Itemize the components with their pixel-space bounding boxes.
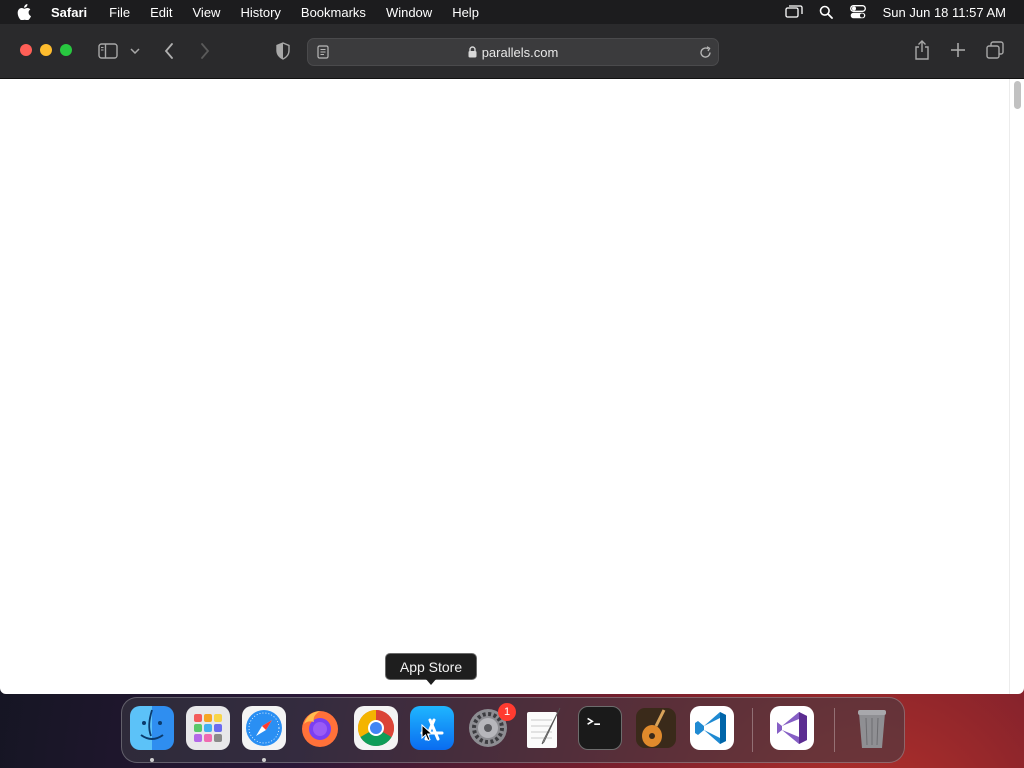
- dock-tooltip: App Store: [385, 653, 477, 680]
- apple-menu-icon[interactable]: [17, 0, 37, 24]
- dock-chrome-icon[interactable]: [354, 706, 398, 750]
- tab-overview-icon[interactable]: [984, 39, 1006, 61]
- menu-clock[interactable]: Sun Jun 18 11:57 AM: [883, 5, 1006, 20]
- dock-launchpad-icon[interactable]: [186, 706, 230, 750]
- dock-visual-studio-icon[interactable]: [770, 706, 814, 750]
- menu-window[interactable]: Window: [386, 5, 432, 20]
- dock-safari-icon[interactable]: [242, 706, 286, 750]
- scrollbar-thumb[interactable]: [1014, 81, 1021, 109]
- share-icon[interactable]: [911, 38, 933, 62]
- dock: 1: [121, 697, 905, 763]
- url-display[interactable]: parallels.com: [308, 39, 718, 65]
- dock-finder-icon[interactable]: [130, 706, 174, 750]
- control-center-icon[interactable]: [847, 0, 869, 24]
- notification-badge: 1: [498, 703, 516, 721]
- dock-vscode-icon[interactable]: [690, 706, 734, 750]
- tooltip-arrow: [425, 678, 437, 685]
- sidebar-toggle-icon[interactable]: [96, 40, 120, 62]
- menu-file[interactable]: File: [109, 5, 130, 20]
- menu-edit[interactable]: Edit: [150, 5, 172, 20]
- lock-icon: [468, 46, 477, 58]
- reload-icon[interactable]: [696, 43, 714, 61]
- window-close-button[interactable]: [20, 44, 32, 56]
- window-zoom-button[interactable]: [60, 44, 72, 56]
- menu-view[interactable]: View: [193, 5, 221, 20]
- running-indicator-finder: [150, 758, 154, 762]
- dock-trash-icon[interactable]: [850, 706, 894, 750]
- dock-garageband-icon[interactable]: [634, 706, 678, 750]
- forward-icon[interactable]: [196, 40, 214, 62]
- dock-separator: [752, 708, 753, 752]
- spotlight-search-icon[interactable]: [815, 0, 837, 24]
- back-icon[interactable]: [160, 40, 178, 62]
- mouse-cursor-icon: [421, 723, 434, 747]
- privacy-report-shield-icon[interactable]: [273, 40, 293, 62]
- dock-textedit-icon[interactable]: [522, 706, 566, 750]
- display-mirror-icon[interactable]: [783, 0, 805, 24]
- menu-safari[interactable]: Safari: [51, 5, 87, 20]
- menu-bar: Safari File Edit View History Bookmarks …: [0, 0, 1024, 24]
- menu-bookmarks[interactable]: Bookmarks: [301, 5, 366, 20]
- running-indicator-safari: [262, 758, 266, 762]
- dock-firefox-icon[interactable]: [298, 706, 342, 750]
- new-tab-plus-icon[interactable]: [947, 39, 969, 61]
- window-minimize-button[interactable]: [40, 44, 52, 56]
- menu-help[interactable]: Help: [452, 5, 479, 20]
- dock-terminal-icon[interactable]: [578, 706, 622, 750]
- address-bar[interactable]: parallels.com: [307, 38, 719, 66]
- menu-history[interactable]: History: [240, 5, 280, 20]
- vertical-scrollbar[interactable]: [1009, 79, 1024, 694]
- web-content-area[interactable]: [0, 79, 1024, 694]
- tab-group-chevron-down-icon[interactable]: [128, 42, 142, 60]
- safari-toolbar: parallels.com: [0, 24, 1024, 79]
- dock-separator-trash: [834, 708, 835, 752]
- url-text: parallels.com: [481, 44, 559, 60]
